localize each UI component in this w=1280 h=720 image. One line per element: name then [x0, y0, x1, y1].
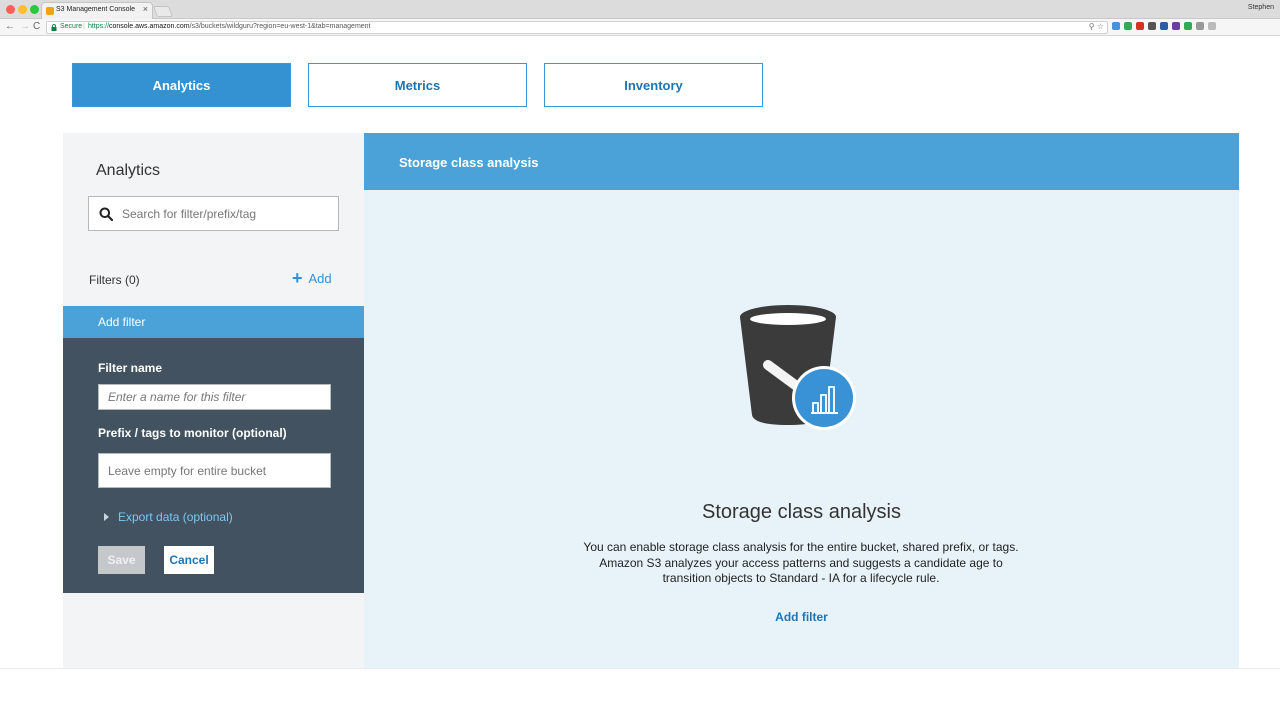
lock-icon: [51, 24, 57, 31]
add-label: Add: [308, 271, 332, 286]
secure-label: Secure: [60, 23, 83, 30]
add-filter-form: Filter name Prefix / tags to monitor (op…: [63, 338, 364, 593]
cancel-button[interactable]: Cancel: [164, 546, 214, 574]
storage-class-analysis-panel: Storage class analysis Storage class ana…: [364, 133, 1239, 668]
bucket-analytics-icon: [740, 305, 856, 430]
url-host: console.aws.amazon.com: [109, 23, 190, 30]
url-separator: |: [83, 23, 85, 30]
new-tab-button[interactable]: [152, 6, 174, 17]
browser-extension-icon[interactable]: [1160, 22, 1168, 30]
aws-favicon-icon: [46, 7, 54, 15]
sidebar-title: Analytics: [96, 162, 161, 179]
close-window-button[interactable]: [6, 5, 15, 14]
prefix-tags-input[interactable]: [98, 453, 331, 488]
browser-tab-strip: S3 Management Console × Stephen: [0, 0, 1280, 19]
browser-extension-icon[interactable]: [1172, 22, 1180, 30]
browser-extension-icon[interactable]: [1196, 22, 1204, 30]
filter-name-label: Filter name: [98, 361, 163, 375]
export-data-toggle[interactable]: Export data (optional): [104, 510, 233, 524]
address-bar[interactable]: Secure | https://console.aws.amazon.com/…: [46, 21, 1108, 34]
empty-state-description: You can enable storage class analysis fo…: [583, 540, 1019, 585]
forward-arrow-icon[interactable]: →: [20, 21, 30, 32]
browser-extension-icon[interactable]: [1136, 22, 1144, 30]
save-button[interactable]: Save: [98, 546, 145, 574]
add-filter-button[interactable]: + Add: [292, 268, 332, 288]
export-data-label: Export data (optional): [118, 510, 233, 524]
browser-extension-icon[interactable]: [1184, 22, 1192, 30]
search-input[interactable]: [122, 204, 332, 224]
tab-metrics[interactable]: Metrics: [308, 63, 527, 107]
page-divider: [0, 668, 1280, 669]
url-scheme: https://: [88, 23, 110, 30]
tab-inventory[interactable]: Inventory: [544, 63, 763, 107]
panel-header: Storage class analysis: [364, 133, 1239, 190]
extension-icons: [1112, 22, 1216, 32]
browser-tab[interactable]: S3 Management Console ×: [41, 2, 153, 19]
prefix-tags-label: Prefix / tags to monitor (optional): [98, 426, 287, 440]
filter-name-input[interactable]: [98, 384, 331, 410]
reload-icon[interactable]: C: [33, 21, 40, 32]
browser-toolbar: ← → C Secure | https://console.aws.amazo…: [0, 19, 1280, 36]
analytics-sidebar: Analytics Filters (0) + Add Add filter F…: [63, 133, 364, 668]
tab-analytics[interactable]: Analytics: [72, 63, 291, 107]
url-text[interactable]: https://console.aws.amazon.com/s3/bucket…: [88, 23, 371, 30]
search-icon: [99, 207, 113, 221]
filters-count: Filters (0): [89, 273, 140, 287]
browser-profile-name[interactable]: Stephen: [1248, 4, 1274, 11]
browser-extension-icon[interactable]: [1148, 22, 1156, 30]
tab-label: Analytics: [152, 77, 211, 93]
browser-tab-title: S3 Management Console: [56, 6, 135, 13]
caret-right-icon: [104, 513, 109, 521]
plus-icon: +: [292, 268, 303, 288]
add-filter-link[interactable]: Add filter: [364, 610, 1239, 624]
tab-label: Inventory: [624, 77, 683, 93]
browser-extension-icon[interactable]: [1208, 22, 1216, 30]
empty-state-title: Storage class analysis: [702, 501, 901, 523]
back-arrow-icon[interactable]: ←: [5, 21, 15, 32]
browser-extension-icon[interactable]: [1112, 22, 1120, 30]
zoom-window-button[interactable]: [30, 5, 39, 14]
zoom-and-bookmark-star-icon[interactable]: ⚲ ☆: [1089, 22, 1104, 31]
browser-extension-icon[interactable]: [1124, 22, 1132, 30]
panel-header-title: Storage class analysis: [399, 155, 539, 170]
tab-close-icon[interactable]: ×: [143, 4, 148, 14]
minimize-window-button[interactable]: [18, 5, 27, 14]
add-filter-header: Add filter: [63, 306, 364, 338]
url-path: /s3/buckets/wildguru?region=eu-west-1&ta…: [189, 23, 371, 30]
filter-search-box[interactable]: [88, 196, 339, 231]
tab-label: Metrics: [394, 77, 441, 93]
